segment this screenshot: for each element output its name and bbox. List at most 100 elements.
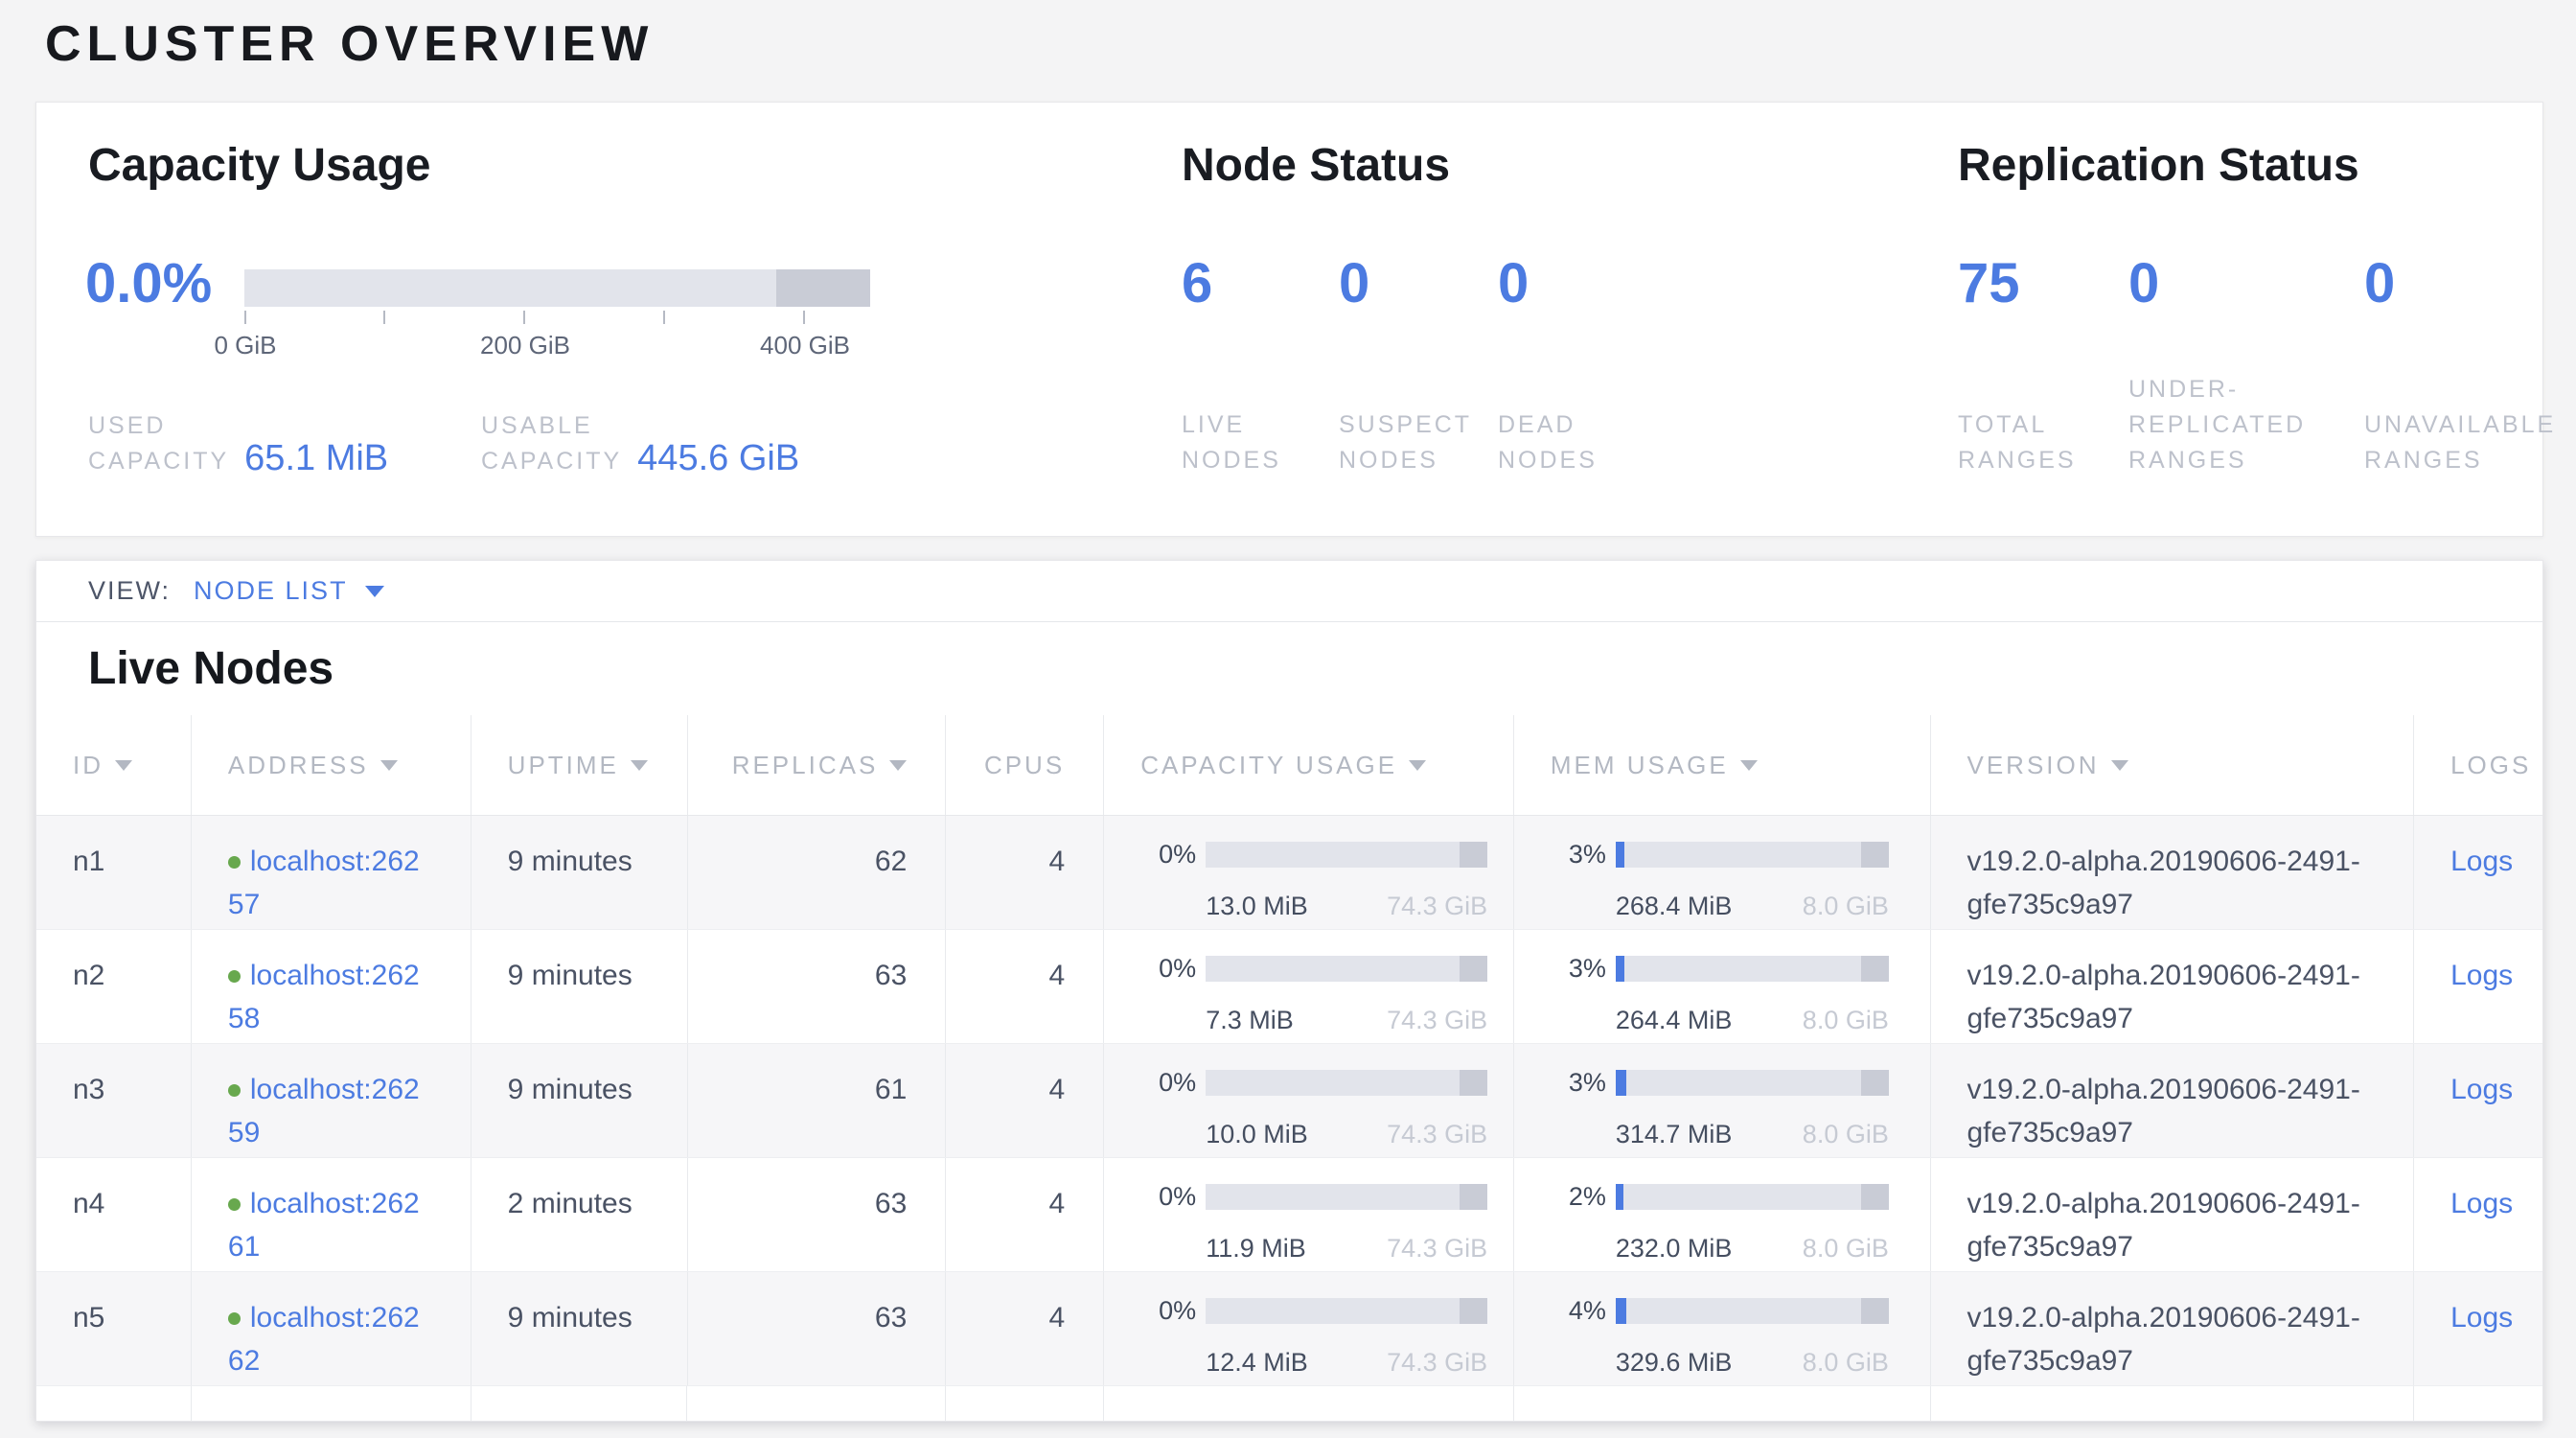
node-address-link[interactable]: localhost:26257	[228, 846, 420, 920]
column-header-id[interactable]: ID	[36, 715, 192, 815]
node-logs-cell: Logs	[2414, 1158, 2542, 1271]
logs-link[interactable]: Logs	[2450, 1188, 2513, 1219]
table-row: n1 localhost:26257 9 minutes 62 4 0% 13.…	[36, 816, 2542, 930]
dead-nodes-metric: 0 DEAD NODES	[1498, 254, 1598, 478]
capacity-mini-bar	[1206, 1298, 1487, 1324]
total-ranges-count: 75	[1958, 254, 2077, 313]
used-capacity-label: USED CAPACITY	[88, 408, 229, 479]
node-mem-usage-cell: 3% 268.4 MiB8.0 GiB	[1514, 816, 1931, 929]
live-nodes-metric: 6 LIVE NODES	[1182, 254, 1281, 478]
suspect-nodes-label: SUSPECT NODES	[1339, 407, 1472, 478]
node-address-cell: localhost:26259	[192, 1044, 472, 1157]
unavailable-ranges-label: UNAVAILABLE RANGES	[2364, 407, 2556, 478]
node-cpus-cell: 4	[946, 816, 1104, 929]
node-id-cell: n4	[36, 1158, 192, 1271]
page-title: CLUSTER OVERVIEW	[45, 15, 654, 73]
node-id-cell: n1	[36, 816, 192, 929]
sort-arrow-icon	[2111, 760, 2128, 771]
unavailable-ranges-metric: 0 UNAVAILABLE RANGES	[2364, 254, 2556, 478]
node-capacity-usage-cell: 0% 7.3 MiB74.3 GiB	[1104, 930, 1514, 1043]
node-version-cell: v19.2.0-alpha.20190606-2491-gfe735c9a97	[1931, 1044, 2415, 1157]
under-replicated-ranges-count: 0	[2128, 254, 2306, 313]
column-header-cpus: CPUS	[946, 715, 1104, 815]
view-mode-dropdown[interactable]: NODE LIST	[194, 576, 384, 606]
node-version-cell: v19.2.0-alpha.20190606-2491-gfe735c9a97	[1931, 930, 2415, 1043]
capacity-mini-bar	[1206, 956, 1487, 982]
view-label: VIEW:	[88, 576, 171, 606]
sort-arrow-icon	[1740, 760, 1758, 771]
sort-arrow-icon	[380, 760, 398, 771]
node-cpus-cell: 4	[946, 930, 1104, 1043]
unavailable-ranges-count: 0	[2364, 254, 2556, 313]
live-status-dot	[228, 1084, 241, 1097]
capacity-bar-reserved-segment	[776, 269, 870, 307]
node-cpus-cell: 4	[946, 1158, 1104, 1271]
sort-arrow-icon	[1409, 760, 1426, 771]
live-nodes-heading: Live Nodes	[88, 642, 334, 695]
suspect-nodes-metric: 0 SUSPECT NODES	[1339, 254, 1472, 478]
node-mem-usage-cell: 3% 264.4 MiB8.0 GiB	[1514, 930, 1931, 1043]
node-uptime-cell: 9 minutes	[472, 930, 688, 1043]
node-address-cell: localhost:26258	[192, 930, 472, 1043]
table-header-row: ID ADDRESS UPTIME REPLICAS CPUS CAPACITY…	[36, 715, 2542, 816]
logs-link[interactable]: Logs	[2450, 1302, 2513, 1334]
used-capacity-value: 65.1 MiB	[244, 439, 388, 477]
node-capacity-usage-cell: 0% 12.4 MiB74.3 GiB	[1104, 1272, 1514, 1385]
live-status-dot	[228, 970, 241, 983]
memory-mini-bar	[1616, 1298, 1889, 1324]
memory-mini-bar	[1616, 1184, 1889, 1210]
node-version-cell: v19.2.0-alpha.20190606-2491-gfe735c9a97	[1931, 816, 2415, 929]
node-cpus-cell: 4	[946, 1044, 1104, 1157]
node-address-link[interactable]: localhost:26261	[228, 1188, 420, 1263]
node-logs-cell: Logs	[2414, 1044, 2542, 1157]
logs-link[interactable]: Logs	[2450, 846, 2513, 877]
node-version-cell: v19.2.0-alpha.20190606-2491-gfe735c9a97	[1931, 1272, 2415, 1385]
node-replicas-cell: 63	[688, 930, 947, 1043]
logs-link[interactable]: Logs	[2450, 1074, 2513, 1105]
node-address-link[interactable]: localhost:26259	[228, 1074, 420, 1148]
total-ranges-metric: 75 TOTAL RANGES	[1958, 254, 2077, 478]
node-uptime-cell: 2 minutes	[472, 1158, 688, 1271]
capacity-usage-heading: Capacity Usage	[88, 137, 431, 195]
node-mem-usage-cell: 4% 329.6 MiB8.0 GiB	[1514, 1272, 1931, 1385]
view-bar: VIEW: NODE LIST	[36, 561, 2542, 622]
column-header-address[interactable]: ADDRESS	[192, 715, 472, 815]
capacity-used-percent: 0.0%	[85, 254, 212, 313]
node-capacity-usage-cell: 0% 11.9 MiB74.3 GiB	[1104, 1158, 1514, 1271]
node-mem-usage-cell: 2% 232.0 MiB8.0 GiB	[1514, 1158, 1931, 1271]
column-header-version[interactable]: VERSION	[1931, 715, 2415, 815]
logs-link[interactable]: Logs	[2450, 960, 2513, 991]
table-row-partial	[36, 1386, 2542, 1422]
capacity-usage-bar	[244, 269, 870, 307]
node-address-cell: localhost:26261	[192, 1158, 472, 1271]
live-nodes-section-header: Live Nodes	[36, 622, 2542, 715]
node-capacity-usage-cell: 0% 10.0 MiB74.3 GiB	[1104, 1044, 1514, 1157]
node-uptime-cell: 9 minutes	[472, 1272, 688, 1385]
memory-mini-bar	[1616, 956, 1889, 982]
capacity-mini-bar	[1206, 1070, 1487, 1096]
sort-arrow-icon	[115, 760, 132, 771]
node-status-heading: Node Status	[1182, 137, 1450, 195]
column-header-replicas[interactable]: REPLICAS	[688, 715, 947, 815]
node-address-link[interactable]: localhost:26262	[228, 1302, 420, 1377]
column-header-capacity-usage[interactable]: CAPACITY USAGE	[1104, 715, 1514, 815]
node-id-cell: n5	[36, 1272, 192, 1385]
view-mode-selected: NODE LIST	[194, 576, 348, 606]
dead-nodes-count: 0	[1498, 254, 1598, 313]
column-header-uptime[interactable]: UPTIME	[472, 715, 688, 815]
total-ranges-label: TOTAL RANGES	[1958, 407, 2077, 478]
table-row: n2 localhost:26258 9 minutes 63 4 0% 7.3…	[36, 930, 2542, 1044]
node-capacity-usage-cell: 0% 13.0 MiB74.3 GiB	[1104, 816, 1514, 929]
table-row: n4 localhost:26261 2 minutes 63 4 0% 11.…	[36, 1158, 2542, 1272]
under-replicated-ranges-metric: 0 UNDER- REPLICATED RANGES	[2128, 254, 2306, 478]
node-address-cell: localhost:26262	[192, 1272, 472, 1385]
usable-capacity-value: 445.6 GiB	[637, 439, 799, 477]
node-address-link[interactable]: localhost:26258	[228, 960, 420, 1034]
usable-capacity-stat: USABLE CAPACITY 445.6 GiB	[481, 408, 799, 479]
dead-nodes-label: DEAD NODES	[1498, 407, 1598, 478]
node-id-cell: n3	[36, 1044, 192, 1157]
chevron-down-icon	[365, 586, 384, 597]
node-replicas-cell: 61	[688, 1044, 947, 1157]
node-uptime-cell: 9 minutes	[472, 816, 688, 929]
column-header-mem-usage[interactable]: MEM USAGE	[1514, 715, 1931, 815]
